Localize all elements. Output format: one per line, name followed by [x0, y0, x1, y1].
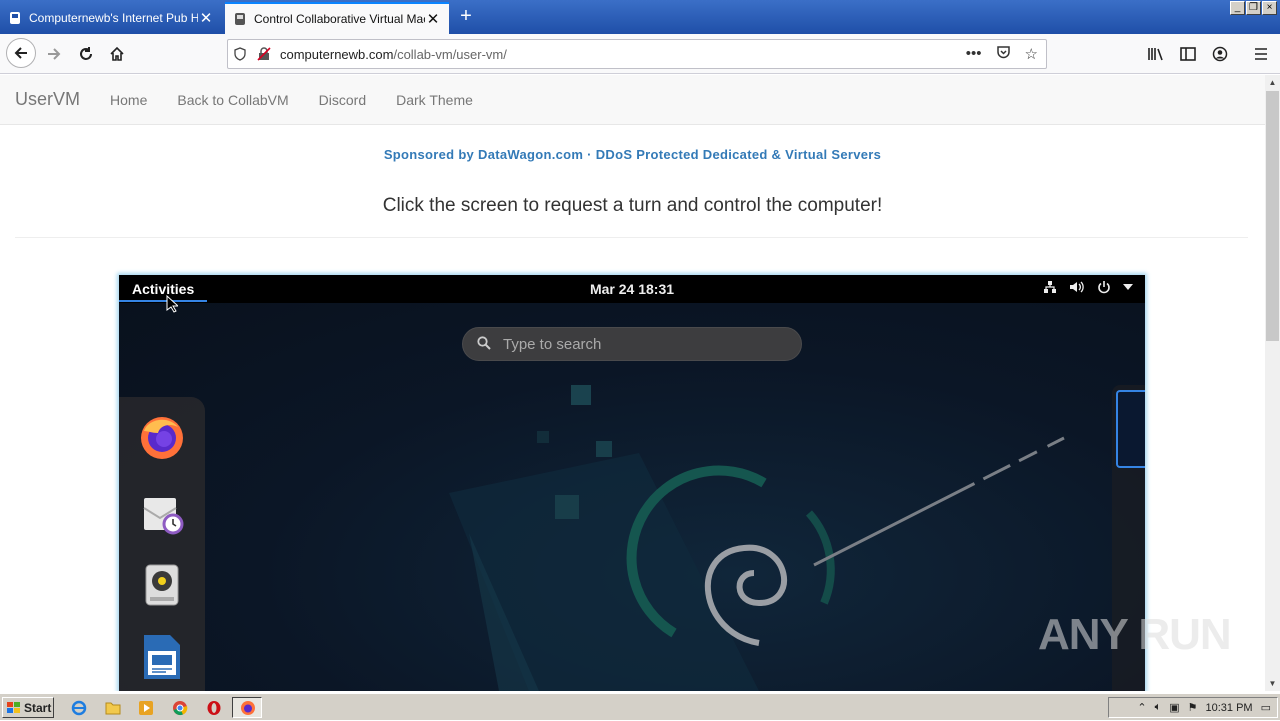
address-bar[interactable]: computernewb.com/collab-vm/user-vm/ ••• … — [227, 39, 1047, 69]
shield-icon[interactable] — [228, 47, 252, 61]
divider — [15, 237, 1248, 238]
volume-icon — [1070, 281, 1084, 293]
site-favicon-icon — [10, 12, 20, 24]
chevron-down-icon — [1123, 284, 1133, 290]
firefox-taskbar-button[interactable] — [232, 697, 262, 718]
start-button[interactable]: Start — [2, 697, 54, 718]
insecure-lock-icon[interactable] — [252, 47, 276, 61]
account-button[interactable] — [1206, 40, 1234, 68]
network-tray-icon[interactable]: ▣ — [1169, 701, 1179, 714]
arrow-left-icon — [14, 47, 27, 59]
activities-indicator — [119, 300, 207, 302]
library-icon — [1148, 48, 1163, 61]
tab-title: Computernewb's Internet Pub Hub — [29, 11, 198, 25]
navigation-toolbar: computernewb.com/collab-vm/user-vm/ ••• … — [0, 34, 1280, 74]
debian-wallpaper — [449, 385, 1065, 691]
new-tab-button[interactable]: + — [452, 2, 480, 32]
url-text[interactable]: computernewb.com/collab-vm/user-vm/ — [276, 47, 966, 62]
url-host: computernewb.com — [280, 46, 394, 62]
clock-menu[interactable]: Mar 24 18:31 — [119, 281, 1145, 297]
nav-link-home[interactable]: Home — [110, 92, 147, 108]
site-favicon-icon — [235, 13, 245, 25]
hamburger-menu-icon — [1255, 48, 1267, 60]
evolution-mail-icon[interactable] — [137, 487, 187, 537]
home-icon — [110, 46, 124, 61]
site-brand-link[interactable]: UserVM — [15, 89, 80, 110]
chrome-icon[interactable] — [171, 699, 189, 717]
page-actions-icon[interactable]: ••• — [966, 45, 982, 64]
arrow-right-icon — [48, 48, 61, 60]
libreoffice-writer-icon[interactable] — [137, 632, 187, 682]
tab-title: Control Collaborative Virtual Machi — [254, 12, 425, 26]
menu-button[interactable] — [1247, 40, 1275, 68]
watermark: ANY RUN — [1038, 610, 1232, 660]
media-player-icon[interactable] — [137, 699, 155, 717]
nav-link-back-to-collabvm[interactable]: Back to CollabVM — [177, 92, 288, 108]
workspace-thumbnail[interactable] — [1116, 390, 1145, 468]
sidebar-button[interactable] — [1174, 40, 1202, 68]
speaker-icon[interactable]: 🔈︎ — [1155, 701, 1162, 714]
network-icon — [1044, 281, 1056, 293]
library-button[interactable] — [1142, 40, 1170, 68]
opera-icon[interactable] — [205, 699, 223, 717]
tab-internet-pub-hub[interactable]: Computernewb's Internet Pub Hub ✕ — [0, 2, 222, 34]
start-label: Start — [24, 700, 52, 715]
dash-dock — [119, 397, 205, 691]
account-icon — [1212, 46, 1228, 62]
system-tray: ⌃ 🔈︎ ▣ ⚑ 10:31 PM ▭ — [1108, 697, 1278, 718]
vm-display[interactable]: Activities Mar 24 18:31 Type to search — [119, 275, 1145, 691]
tab-close-icon[interactable]: ✕ — [198, 9, 214, 27]
window-controls: _ ❐ × — [1230, 1, 1277, 15]
gnome-top-bar: Activities Mar 24 18:31 — [119, 275, 1145, 303]
scroll-up-button[interactable]: ▲ — [1265, 75, 1280, 90]
turn-instructions: Click the screen to request a turn and c… — [382, 195, 883, 216]
page-content: UserVM Home Back to CollabVM Discord Dar… — [0, 75, 1265, 691]
url-path: /collab-vm/user-vm/ — [393, 46, 507, 62]
tray-expand-icon[interactable]: ⌃ — [1137, 701, 1146, 714]
nav-link-discord[interactable]: Discord — [319, 92, 366, 108]
pocket-icon[interactable] — [996, 45, 1011, 64]
minimize-button[interactable]: _ — [1230, 1, 1245, 15]
site-navbar: UserVM Home Back to CollabVM Discord Dar… — [0, 75, 1265, 125]
back-button[interactable] — [6, 38, 36, 68]
scroll-thumb[interactable] — [1266, 91, 1279, 341]
power-icon — [1098, 281, 1110, 294]
tray-clock[interactable]: 10:31 PM — [1206, 702, 1253, 714]
explorer-folder-icon[interactable] — [104, 699, 122, 717]
close-window-button[interactable]: × — [1262, 1, 1277, 15]
rhythmbox-icon[interactable] — [137, 560, 187, 610]
flag-icon[interactable]: ⚑ — [1188, 701, 1198, 714]
firefox-icon[interactable] — [137, 412, 187, 462]
tab-strip: Computernewb's Internet Pub Hub ✕ Contro… — [0, 0, 1280, 34]
windows-taskbar: Start ⌃ 🔈︎ ▣ ⚑ 10:31 PM ▭ — [0, 693, 1280, 720]
mouse-cursor-icon — [166, 295, 178, 313]
page-scrollbar[interactable]: ▲ ▼ — [1265, 75, 1280, 691]
tab-collab-vm[interactable]: Control Collaborative Virtual Machi ✕ — [225, 2, 449, 34]
search-placeholder: Type to search — [503, 335, 602, 353]
sidebar-icon — [1180, 47, 1196, 61]
firefox-icon — [241, 701, 255, 715]
restore-button[interactable]: ❐ — [1246, 1, 1261, 15]
overview-search-input[interactable]: Type to search — [462, 327, 802, 361]
sponsor-link[interactable]: Sponsored by DataWagon.com · DDoS Protec… — [0, 147, 1265, 162]
bookmark-star-icon[interactable]: ☆ — [1025, 45, 1038, 64]
notification-icon[interactable]: ▭ — [1261, 701, 1271, 714]
scroll-down-button[interactable]: ▼ — [1265, 676, 1280, 691]
home-button[interactable] — [103, 40, 131, 68]
desktop-background — [119, 303, 1145, 691]
watermark-text: ANY RUN — [1038, 610, 1232, 659]
nav-link-dark-theme[interactable]: Dark Theme — [396, 92, 473, 108]
system-status-area[interactable] — [1043, 280, 1133, 294]
reload-button[interactable] — [72, 40, 100, 68]
windows-logo-icon — [7, 701, 20, 713]
ie-icon[interactable] — [70, 699, 88, 717]
reload-icon — [80, 47, 92, 60]
url-actions: ••• ☆ — [966, 45, 1046, 64]
search-icon — [477, 335, 503, 353]
forward-button[interactable] — [40, 40, 68, 68]
tab-close-icon[interactable]: ✕ — [425, 10, 441, 28]
